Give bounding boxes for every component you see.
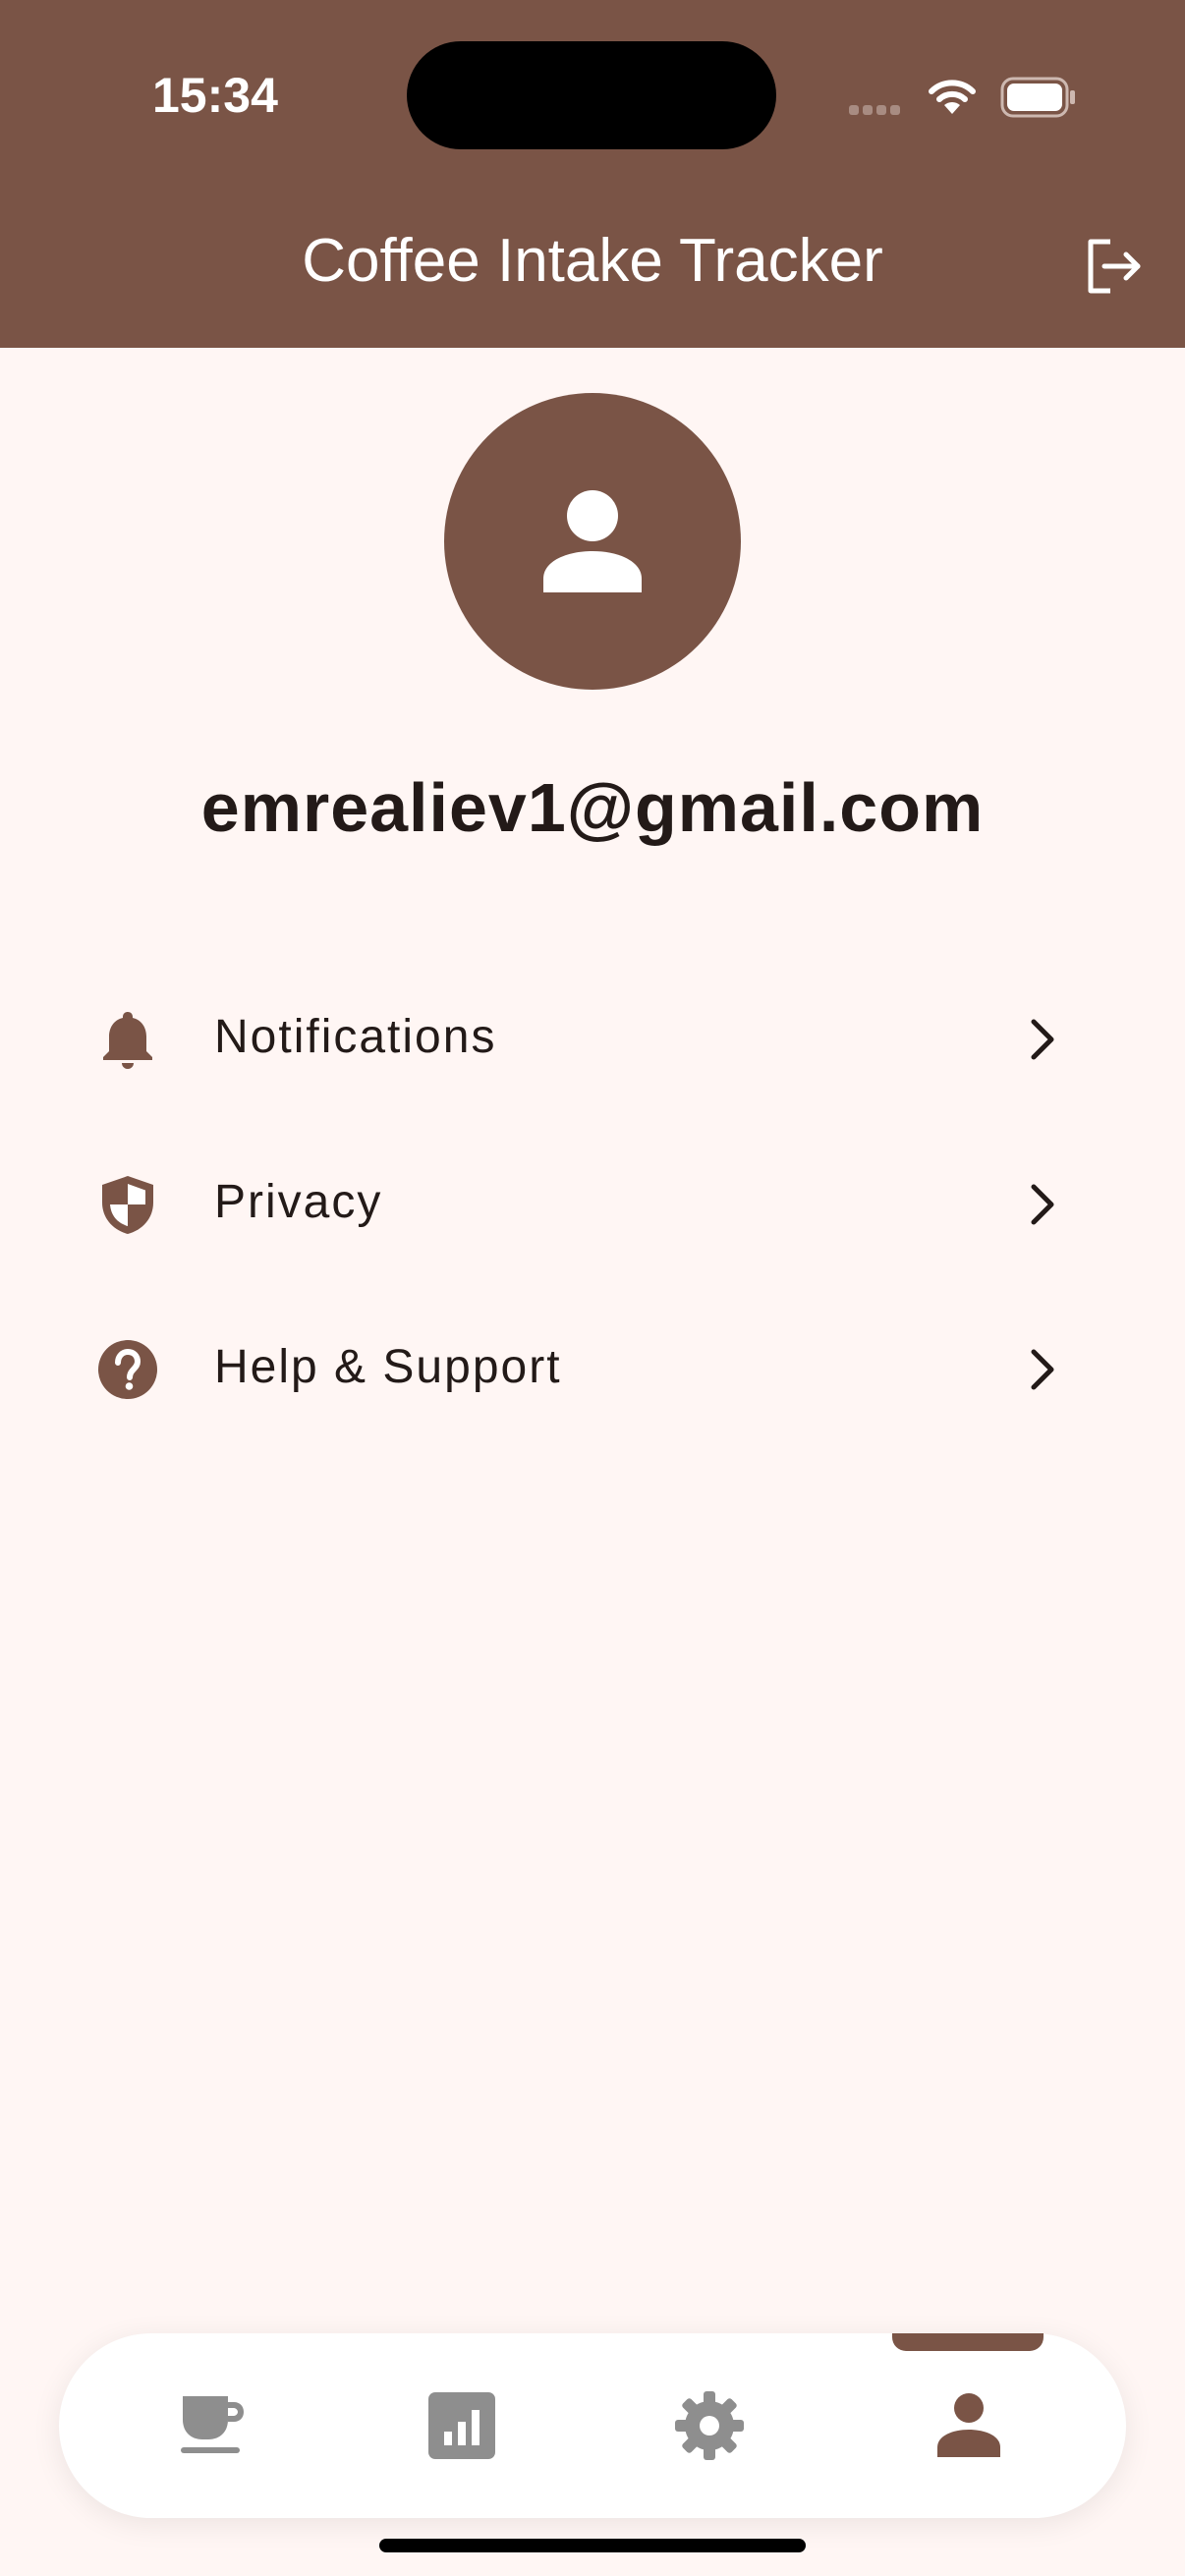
menu-item-label: Notifications (214, 1011, 497, 1063)
coffee-cup-icon (181, 2396, 244, 2453)
gear-icon (675, 2391, 744, 2460)
bottom-nav (59, 2333, 1126, 2518)
menu-item-privacy[interactable]: Privacy (0, 1130, 1185, 1277)
cellular-signal-icon (849, 102, 904, 120)
chevron-right-icon (1031, 1184, 1054, 1225)
chevron-right-icon (1031, 1019, 1054, 1060)
chevron-right-icon (1031, 1349, 1054, 1390)
dynamic-island (407, 41, 776, 149)
user-email: emrealiev1@gmail.com (200, 769, 985, 846)
home-indicator[interactable] (379, 2539, 806, 2552)
battery-icon (1000, 77, 1075, 118)
shield-icon (102, 1176, 153, 1234)
app-title: Coffee Intake Tracker (302, 227, 883, 295)
app-bar: 15:34 Coffee Intake Tracker (0, 0, 1185, 348)
nav-tab-settings[interactable] (611, 2333, 808, 2518)
bar-chart-icon (428, 2392, 495, 2459)
nav-tab-stats[interactable] (364, 2333, 560, 2518)
menu-item-notifications[interactable]: Notifications (0, 965, 1185, 1112)
nav-tab-profile[interactable] (871, 2333, 1067, 2518)
help-circle-icon (98, 1340, 157, 1399)
person-icon (543, 490, 642, 592)
wifi-icon (929, 80, 976, 114)
nav-tab-coffee[interactable] (114, 2333, 310, 2518)
avatar (444, 393, 741, 690)
menu-item-label: Help & Support (214, 1341, 562, 1393)
menu-item-label: Privacy (214, 1176, 383, 1228)
status-time: 15:34 (152, 68, 278, 123)
logout-icon[interactable] (1081, 234, 1146, 299)
bell-icon (103, 1012, 152, 1069)
menu-item-help-support[interactable]: Help & Support (0, 1295, 1185, 1442)
person-icon (937, 2393, 1000, 2457)
